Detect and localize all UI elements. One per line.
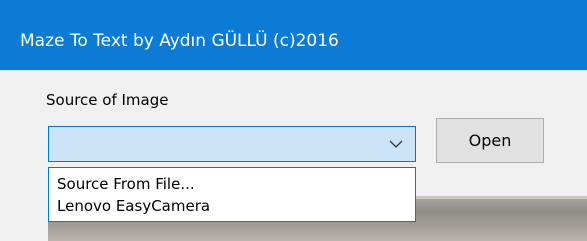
- source-combobox[interactable]: [48, 126, 416, 162]
- source-of-image-label: Source of Image: [46, 91, 169, 109]
- source-dropdown-list: Source From File... Lenovo EasyCamera: [48, 167, 416, 222]
- chevron-down-icon[interactable]: [387, 135, 405, 153]
- title-bar[interactable]: Maze To Text by Aydın GÜLLÜ (c)2016: [0, 0, 587, 70]
- dropdown-option-source-from-file[interactable]: Source From File...: [57, 173, 409, 195]
- open-button[interactable]: Open: [436, 118, 544, 163]
- dropdown-option-lenovo-easycamera[interactable]: Lenovo EasyCamera: [57, 195, 409, 217]
- main-window: Maze To Text by Aydın GÜLLÜ (c)2016 Sour…: [0, 0, 587, 241]
- window-title: Maze To Text by Aydın GÜLLÜ (c)2016: [20, 31, 339, 51]
- divider: [0, 70, 587, 71]
